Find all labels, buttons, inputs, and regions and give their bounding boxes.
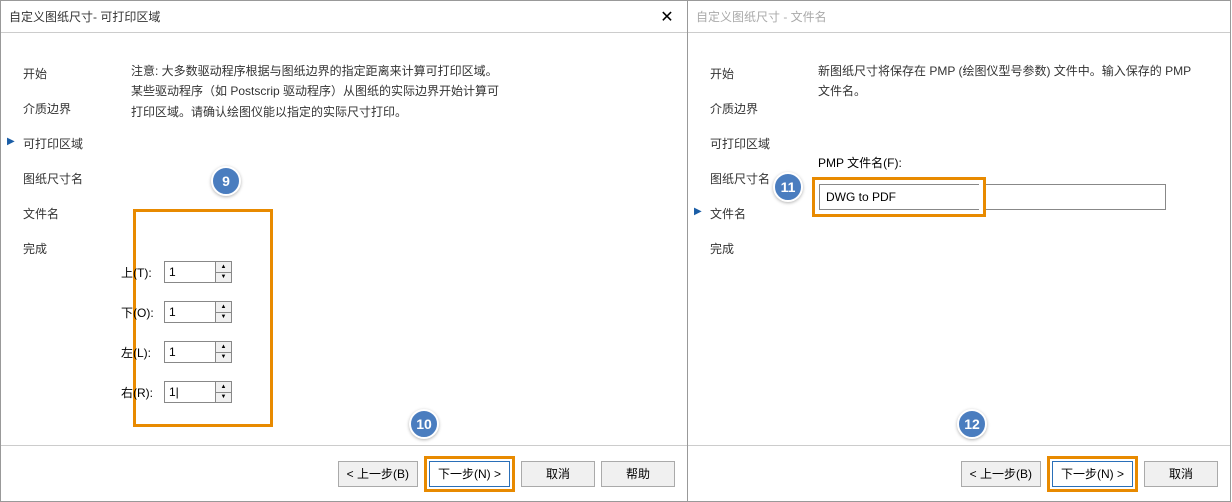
next-button-highlight: 下一步(N) > <box>424 456 515 492</box>
description-text: 新图纸尺寸将保存在 PMP (绘图仪型号参数) 文件中。输入保存的 PMP 文件… <box>818 61 1198 102</box>
content-area: 新图纸尺寸将保存在 PMP (绘图仪型号参数) 文件中。输入保存的 PMP 文件… <box>798 61 1210 435</box>
margin-left-spinner[interactable]: ▲ ▼ <box>164 341 232 363</box>
spinner-buttons: ▲ ▼ <box>215 302 231 322</box>
margin-row-bottom: 下(O): ▲ ▼ <box>121 301 232 323</box>
spin-down-icon[interactable]: ▼ <box>216 273 231 283</box>
description-text: 注意: 大多数驱动程序根据与图纸边界的指定距离来计算可打印区域。某些驱动程序（如… <box>131 61 501 122</box>
annotation-badge-11: 11 <box>773 172 803 202</box>
spin-up-icon[interactable]: ▲ <box>216 382 231 393</box>
dialog-body: 开始 介质边界 可打印区域 图纸尺寸名 文件名 完成 注意: 大多数驱动程序根据… <box>1 33 687 445</box>
spinner-buttons: ▲ ▼ <box>215 382 231 402</box>
dialog-printable-area: 自定义图纸尺寸- 可打印区域 ✕ 开始 介质边界 可打印区域 图纸尺寸名 文件名… <box>0 0 688 502</box>
sidebar-item-media[interactable]: 介质边界 <box>21 100 111 117</box>
back-button[interactable]: < 上一步(B) <box>961 461 1041 487</box>
sidebar-item-printable[interactable]: 可打印区域 <box>708 135 798 152</box>
spinner-buttons: ▲ ▼ <box>215 342 231 362</box>
pmp-input-highlight: DWG to PDF <box>812 177 986 217</box>
dialog-body: 开始 介质边界 可打印区域 图纸尺寸名 文件名 完成 新图纸尺寸将保存在 PMP… <box>688 33 1230 445</box>
next-button-highlight: 下一步(N) > <box>1047 456 1138 492</box>
pmp-filename-value: DWG to PDF <box>826 190 896 204</box>
next-button[interactable]: 下一步(N) > <box>1052 461 1133 487</box>
margin-right-input[interactable] <box>165 382 215 402</box>
sidebar-item-finish[interactable]: 完成 <box>708 240 798 257</box>
pmp-filename-input-right[interactable] <box>986 184 1166 210</box>
sidebar-item-media[interactable]: 介质边界 <box>708 100 798 117</box>
margin-label-left: 左(L): <box>121 344 156 361</box>
next-button[interactable]: 下一步(N) > <box>429 461 510 487</box>
sidebar-item-filename[interactable]: 文件名 <box>708 205 798 222</box>
margin-right-spinner[interactable]: ▲ ▼ <box>164 381 232 403</box>
spin-up-icon[interactable]: ▲ <box>216 262 231 273</box>
pmp-filename-input-left[interactable]: DWG to PDF <box>819 184 979 210</box>
annotation-badge-9: 9 <box>211 166 241 196</box>
close-icon[interactable]: ✕ <box>655 5 679 29</box>
cancel-button[interactable]: 取消 <box>1144 461 1218 487</box>
annotation-badge-12: 12 <box>957 409 987 439</box>
sidebar-item-start[interactable]: 开始 <box>21 65 111 82</box>
dialog-filename: 自定义图纸尺寸 - 文件名 开始 介质边界 可打印区域 图纸尺寸名 文件名 完成… <box>688 0 1231 502</box>
annotation-badge-10: 10 <box>409 409 439 439</box>
help-button[interactable]: 帮助 <box>601 461 675 487</box>
margin-label-bottom: 下(O): <box>121 304 156 321</box>
margin-label-right: 右(R): <box>121 384 156 401</box>
content-area: 注意: 大多数驱动程序根据与图纸边界的指定距离来计算可打印区域。某些驱动程序（如… <box>111 61 667 435</box>
spin-down-icon[interactable]: ▼ <box>216 393 231 403</box>
titlebar: 自定义图纸尺寸- 可打印区域 ✕ <box>1 1 687 33</box>
window-title: 自定义图纸尺寸 - 文件名 <box>696 8 827 25</box>
margin-left-input[interactable] <box>165 342 215 362</box>
spin-up-icon[interactable]: ▲ <box>216 302 231 313</box>
wizard-sidebar: 开始 介质边界 可打印区域 图纸尺寸名 文件名 完成 <box>21 65 111 435</box>
cancel-button[interactable]: 取消 <box>521 461 595 487</box>
dialog-footer: < 上一步(B) 下一步(N) > 取消 <box>688 445 1230 501</box>
spin-down-icon[interactable]: ▼ <box>216 353 231 363</box>
margin-row-top: 上(T): ▲ ▼ <box>121 261 232 283</box>
margin-row-right: 右(R): ▲ ▼ <box>121 381 232 403</box>
margin-bottom-spinner[interactable]: ▲ ▼ <box>164 301 232 323</box>
spin-up-icon[interactable]: ▲ <box>216 342 231 353</box>
sidebar-item-printable[interactable]: 可打印区域 <box>21 135 111 152</box>
margin-row-left: 左(L): ▲ ▼ <box>121 341 232 363</box>
margin-bottom-input[interactable] <box>165 302 215 322</box>
titlebar: 自定义图纸尺寸 - 文件名 <box>688 1 1230 33</box>
spin-down-icon[interactable]: ▼ <box>216 313 231 323</box>
spinner-buttons: ▲ ▼ <box>215 262 231 282</box>
sidebar-item-filename[interactable]: 文件名 <box>21 205 111 222</box>
back-button[interactable]: < 上一步(B) <box>338 461 418 487</box>
pmp-filename-label: PMP 文件名(F): <box>818 154 1210 171</box>
sidebar-item-finish[interactable]: 完成 <box>21 240 111 257</box>
margin-top-spinner[interactable]: ▲ ▼ <box>164 261 232 283</box>
margin-top-input[interactable] <box>165 262 215 282</box>
margin-label-top: 上(T): <box>121 264 156 281</box>
sidebar-item-start[interactable]: 开始 <box>708 65 798 82</box>
wizard-sidebar: 开始 介质边界 可打印区域 图纸尺寸名 文件名 完成 <box>708 65 798 435</box>
window-title: 自定义图纸尺寸- 可打印区域 <box>9 8 160 25</box>
dialog-footer: < 上一步(B) 下一步(N) > 取消 帮助 <box>1 445 687 501</box>
sidebar-item-papername[interactable]: 图纸尺寸名 <box>21 170 111 187</box>
